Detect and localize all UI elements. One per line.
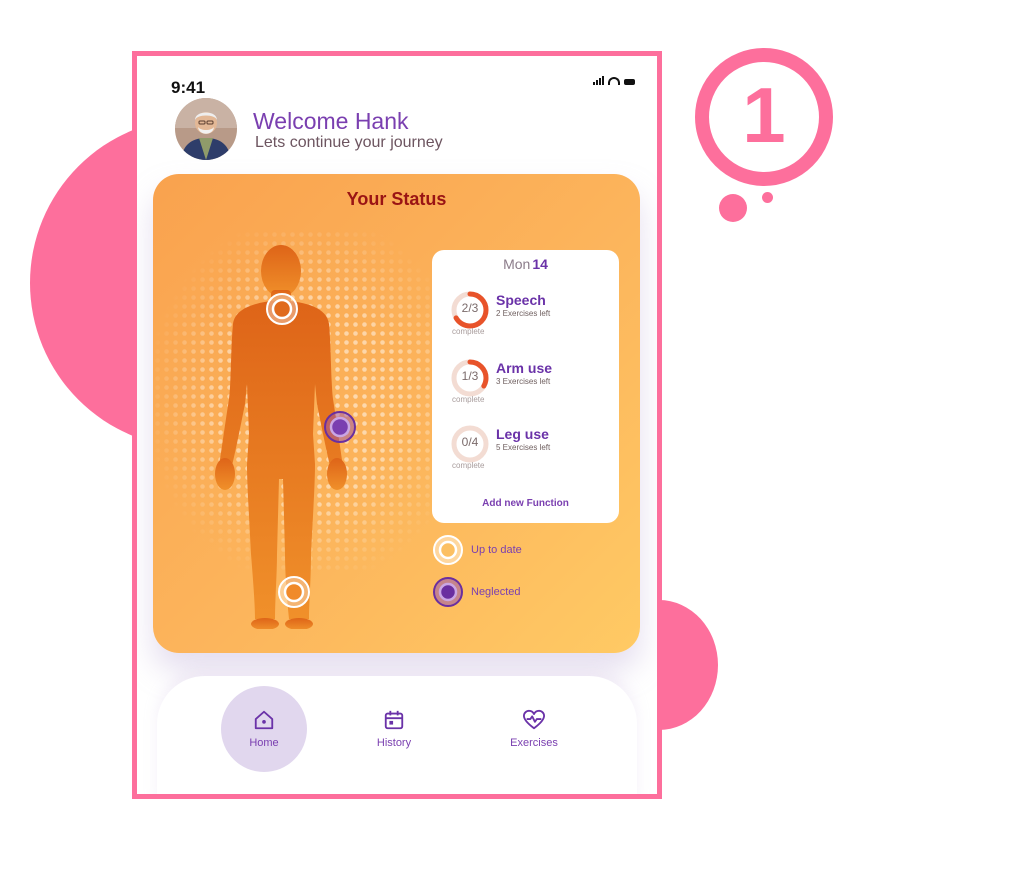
- wifi-icon: [608, 77, 620, 85]
- body-silhouette: [215, 245, 347, 629]
- phone-screen: 9:41 Welcome Hank Lets continue your jou…: [132, 51, 662, 799]
- step-number-badge: 1: [695, 48, 833, 186]
- signal-icon: [593, 76, 604, 85]
- home-icon: [254, 710, 274, 730]
- exercises-left: 3 Exercises left: [496, 377, 551, 386]
- nav-label: Home: [249, 737, 279, 749]
- nav-item-home[interactable]: Home: [221, 686, 307, 772]
- battery-icon: [624, 79, 635, 85]
- complete-label: complete: [452, 395, 485, 404]
- day-weekday: Mon: [503, 256, 531, 272]
- complete-label: complete: [452, 461, 485, 470]
- function-progress: 1/3: [461, 369, 479, 383]
- nav-label: History: [376, 737, 412, 749]
- status-bar-time: 9:41: [171, 78, 206, 97]
- function-progress: 2/3: [461, 301, 479, 315]
- legend-neglected: Neglected: [432, 576, 612, 608]
- avatar[interactable]: [175, 98, 237, 160]
- function-item-speech[interactable]: 2/3 complete Speech 2 Exercises left: [450, 290, 610, 340]
- decorative-dot-small: [762, 192, 773, 203]
- status-card: Your Status Mon 14 2/3 complete Speech 2…: [153, 174, 640, 653]
- function-name: Leg use: [496, 426, 549, 442]
- avatar-portrait: [175, 98, 237, 160]
- nav-label: Exercises: [510, 737, 558, 749]
- arm-status-marker[interactable]: [323, 410, 357, 444]
- speech-status-marker[interactable]: [265, 292, 299, 326]
- exercises-left: 2 Exercises left: [496, 309, 551, 318]
- function-item-arm-use[interactable]: 1/3 complete Arm use 3 Exercises left: [450, 358, 610, 408]
- up-to-date-icon: [433, 535, 463, 565]
- nav-item-exercises[interactable]: Exercises: [491, 686, 577, 772]
- welcome-title: Welcome Hank: [253, 108, 409, 134]
- legend-label: Up to date: [471, 544, 522, 556]
- leg-status-marker[interactable]: [277, 575, 311, 609]
- heart-pulse-icon: [523, 709, 545, 730]
- calendar-icon: [384, 710, 404, 730]
- welcome-subtitle: Lets continue your journey: [255, 134, 443, 151]
- day-date: 14: [532, 256, 548, 272]
- status-card-title: Your Status: [346, 189, 447, 209]
- function-name: Speech: [496, 292, 546, 308]
- nav-item-history[interactable]: History: [351, 686, 437, 772]
- day-header: Mon 14: [432, 256, 619, 272]
- function-name: Arm use: [496, 360, 553, 376]
- decorative-dot-large: [719, 194, 747, 222]
- exercises-left: 5 Exercises left: [496, 443, 551, 452]
- step-number: 1: [742, 71, 786, 159]
- daily-functions-card: Mon 14 2/3 complete Speech 2 Exercises le…: [432, 250, 619, 523]
- neglected-icon: [433, 577, 463, 607]
- bottom-nav: Home History Exercises: [157, 676, 637, 794]
- complete-label: complete: [452, 327, 485, 336]
- function-progress: 0/4: [461, 435, 479, 449]
- function-item-leg-use[interactable]: 0/4 complete Leg use 5 Exercises left: [450, 424, 610, 474]
- status-bar-icons: [593, 75, 635, 85]
- legend-label: Neglected: [471, 586, 521, 598]
- legend-up-to-date: Up to date: [432, 534, 612, 566]
- add-function-button[interactable]: Add new Function: [432, 498, 619, 509]
